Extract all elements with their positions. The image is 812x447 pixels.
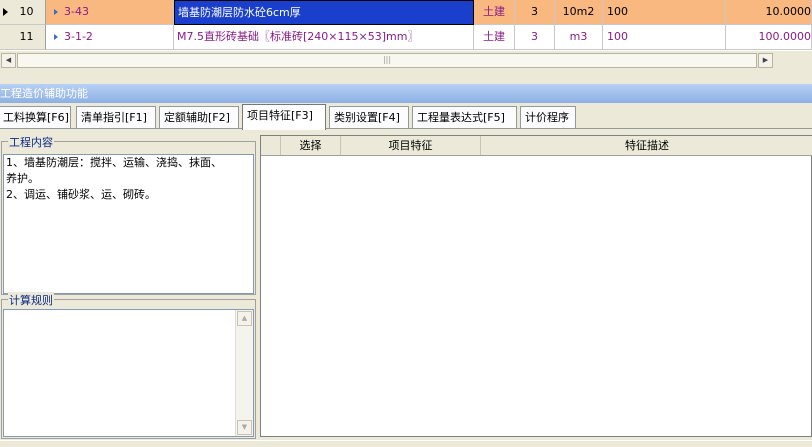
current-row-indicator-icon	[3, 8, 8, 16]
panel-title-bar: 工程造价辅助功能	[0, 84, 812, 103]
column-header-select[interactable]: 选择	[281, 136, 341, 155]
qty-type-cell[interactable]: 3	[515, 0, 555, 25]
qty-type-cell[interactable]: 3	[515, 25, 555, 50]
scroll-thumb[interactable]: |||	[17, 53, 757, 68]
vertical-scrollbar[interactable]: ▲ ▼	[235, 310, 253, 436]
name-cell-editing[interactable]: 墙基防潮层防水砼6cm厚	[174, 0, 474, 25]
content-line: 养护。	[6, 172, 39, 185]
panel-title: 工程造价辅助功能	[0, 87, 88, 100]
row-header[interactable]: 10	[0, 0, 46, 25]
tab-quota-assist[interactable]: 定额辅助[F2]	[159, 106, 239, 129]
column-header-feature[interactable]: 项目特征	[341, 136, 481, 155]
tab-quantity-expression[interactable]: 工程量表达式[F5]	[412, 106, 517, 129]
tab-pricing-procedure[interactable]: 计价程序	[520, 106, 576, 129]
calc-rules-group: 计算规则 ▲ ▼	[1, 292, 256, 439]
row-header[interactable]: 11	[0, 25, 46, 50]
amount-cell[interactable]: 100.0000	[726, 25, 812, 50]
calc-rules-text[interactable]: ▲ ▼	[3, 309, 254, 437]
work-content-group: 工程内容 1、墙基防潮层：搅拌、运输、浇捣、抹面、 养护。 2、调运、铺砂浆、运…	[1, 134, 256, 295]
status-strip	[0, 440, 812, 447]
scroll-right-icon[interactable]: ▶	[758, 53, 773, 68]
code-cell[interactable]: 3-1-2	[46, 25, 174, 50]
tab-project-features[interactable]: 项目特征[F3]	[242, 104, 326, 130]
scroll-left-icon[interactable]: ◀	[1, 53, 16, 68]
function-tabs: 工料换算[F6] 清单指引[F1] 定额辅助[F2] 项目特征[F3] 类别设置…	[0, 104, 812, 130]
table-row[interactable]: 10 3-43 墙基防潮层防水砼6cm厚 土建 3 10m2 100 10.00…	[0, 0, 812, 25]
quota-code: 3-43	[64, 5, 89, 18]
amount-cell[interactable]: 10.0000	[726, 0, 812, 25]
category-cell[interactable]: 土建	[474, 25, 515, 50]
column-header-description[interactable]: 特征描述	[481, 136, 812, 155]
tab-category-settings[interactable]: 类别设置[F4]	[329, 106, 409, 129]
tab-bill-guide[interactable]: 清单指引[F1]	[76, 106, 156, 129]
unit-cell[interactable]: m3	[555, 25, 603, 50]
row-number: 10	[19, 5, 34, 18]
calc-rules-title: 计算规则	[8, 292, 54, 308]
tab-divider	[0, 128, 812, 129]
content-line: 1、墙基防潮层：搅拌、运输、浇捣、抹面、	[6, 156, 222, 169]
work-content-title: 工程内容	[8, 134, 54, 150]
expand-arrow-icon[interactable]	[54, 9, 58, 15]
rate-cell[interactable]: 100	[603, 25, 726, 50]
category-cell[interactable]: 土建	[474, 0, 515, 25]
scroll-down-icon[interactable]: ▼	[237, 420, 252, 435]
rate-cell[interactable]: 100	[603, 0, 726, 25]
feature-table: 选择 项目特征 特征描述	[260, 135, 812, 437]
quota-code: 3-1-2	[64, 30, 93, 43]
tab-labor-conversion[interactable]: 工料换算[F6]	[0, 106, 71, 129]
scroll-up-icon[interactable]: ▲	[237, 311, 252, 326]
name-cell[interactable]: M7.5直形砖基础〖标准砖[240×115×53]mm〗	[174, 25, 474, 50]
unit-cell[interactable]: 10m2	[555, 0, 603, 25]
code-cell[interactable]: 3-43	[46, 0, 174, 25]
row-number: 11	[19, 30, 34, 43]
header-corner	[261, 136, 281, 155]
expand-arrow-icon[interactable]	[54, 34, 58, 40]
feature-table-header: 选择 项目特征 特征描述	[261, 136, 812, 156]
horizontal-scrollbar[interactable]: ◀ ||| ▶	[0, 50, 812, 70]
table-row[interactable]: 11 3-1-2 M7.5直形砖基础〖标准砖[240×115×53]mm〗 土建…	[0, 25, 812, 50]
quota-grid: 10 3-43 墙基防潮层防水砼6cm厚 土建 3 10m2 100 10.00…	[0, 0, 812, 50]
work-content-text[interactable]: 1、墙基防潮层：搅拌、运输、浇捣、抹面、 养护。 2、调运、铺砂浆、运、砌砖。	[3, 154, 254, 294]
content-line: 2、调运、铺砂浆、运、砌砖。	[6, 188, 156, 201]
